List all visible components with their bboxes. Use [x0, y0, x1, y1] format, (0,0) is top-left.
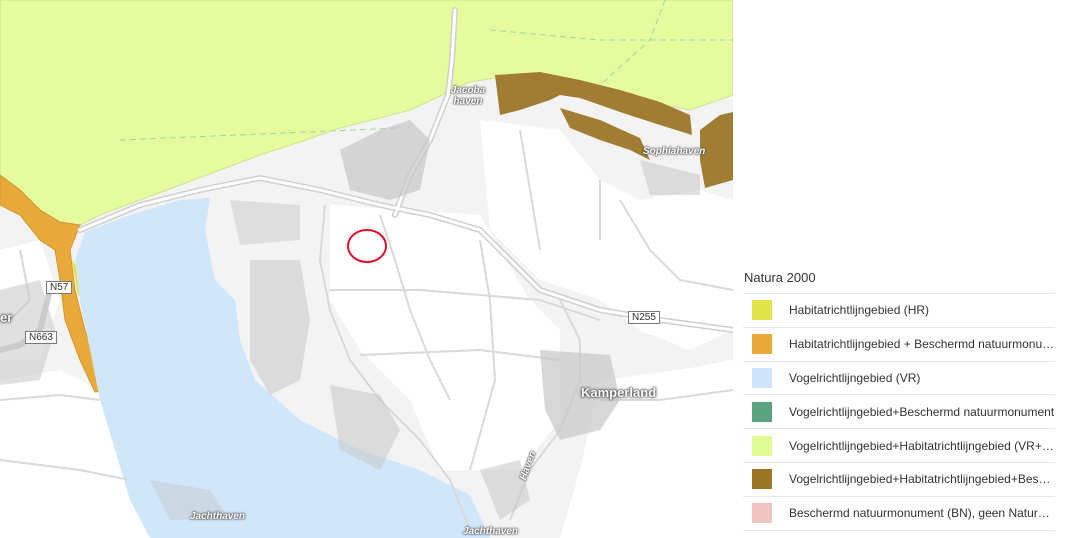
legend-swatch [752, 469, 772, 490]
road-shield-n255: N255 [628, 311, 660, 324]
legend-label: Vogelrichtlijngebied+Beschermd natuurmon… [789, 404, 1055, 419]
legend-swatch [752, 367, 772, 388]
place-label-jachthaven-west: Jachthaven [190, 511, 246, 522]
legend-item: Vogelrichtlijngebied+Beschermd natuurmon… [743, 395, 1055, 430]
legend-label: Vogelrichtlijngebied (VR) [789, 370, 921, 385]
legend-list: Habitatrichtlijngebied (HR) Habitatricht… [743, 293, 1055, 531]
legend-item: Habitatrichtlijngebied (HR) [743, 294, 1055, 328]
map-graphic [0, 0, 733, 538]
road-shield-n57: N57 [46, 281, 73, 294]
legend-label: Vogelrichtlijngebied+Habitatrichtlijngeb… [789, 472, 1055, 487]
legend-item: Vogelrichtlijngebied+Habitatrichtlijngeb… [743, 429, 1055, 463]
legend-swatch [752, 503, 772, 524]
legend-swatch [752, 401, 772, 422]
legend-swatch [752, 334, 772, 355]
legend-item: Vogelrichtlijngebied+Habitatrichtlijngeb… [743, 463, 1055, 497]
map-canvas[interactable]: Jacoba haven Sophiahaven Kamperland Have… [0, 0, 733, 538]
legend-item: Habitatrichtlijngebied + Beschermd natuu… [743, 328, 1055, 362]
place-label-jacoba-haven: Jacoba haven [450, 85, 486, 107]
legend-panel: Natura 2000 Habitatrichtlijngebied (HR) … [733, 0, 1073, 538]
legend-label: Vogelrichtlijngebied+Habitatrichtlijngeb… [789, 438, 1055, 453]
legend-item: Beschermd natuurmonument (BN), geen Natu… [743, 497, 1055, 531]
place-label-jachthaven-south: Jachthaven [463, 526, 519, 537]
place-label-kamperland: Kamperland [581, 385, 657, 400]
legend-label: Beschermd natuurmonument (BN), geen Natu… [789, 506, 1055, 521]
legend-item: Vogelrichtlijngebied (VR) [743, 362, 1055, 396]
place-label-sophiahaven: Sophiahaven [643, 146, 706, 157]
legend-swatch [752, 435, 772, 456]
legend-swatch [752, 300, 772, 321]
legend-label: Habitatrichtlijngebied + Beschermd natuu… [789, 337, 1055, 352]
place-label-edge-town: er [0, 310, 13, 325]
road-shield-n663: N663 [25, 331, 57, 344]
legend-label: Habitatrichtlijngebied (HR) [789, 303, 930, 318]
legend-title: Natura 2000 [744, 270, 816, 285]
